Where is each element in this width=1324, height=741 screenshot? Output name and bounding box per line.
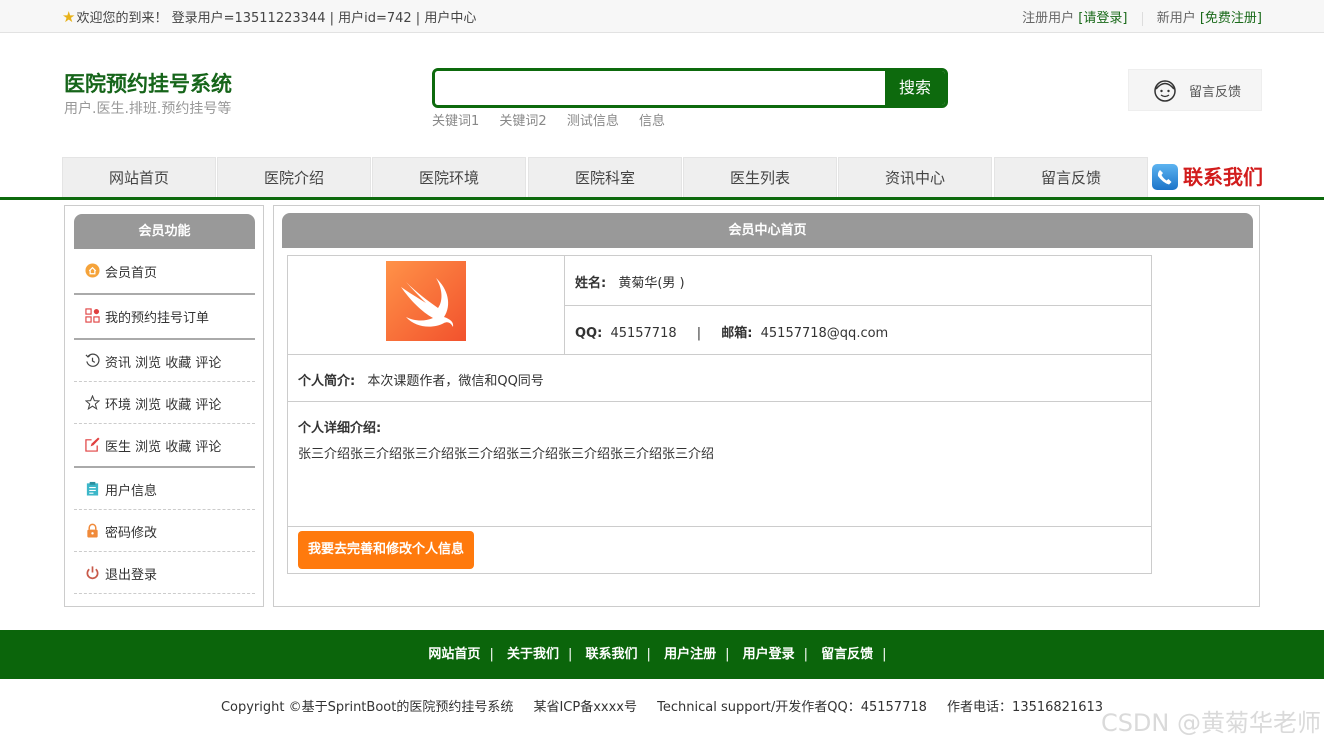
reg-user-label: 注册用户 xyxy=(1022,11,1075,26)
detail-value: 张三介绍张三介绍张三介绍张三介绍张三介绍张三介绍张三介绍张三介绍 xyxy=(298,447,715,462)
panel-title: 会员中心首页 xyxy=(282,213,1253,248)
name-label: 姓名: xyxy=(575,276,607,291)
history-icon xyxy=(85,353,100,367)
nav-departments[interactable]: 医院科室 xyxy=(528,157,682,197)
clipboard-icon xyxy=(86,481,99,496)
hot-keyword[interactable]: 信息 xyxy=(639,114,665,129)
order-icon xyxy=(85,308,100,323)
intro-label: 个人简介: xyxy=(298,374,356,389)
top-bar: ★欢迎您的到来！ 登录用户=13511223344 | 用户id=742 | 用… xyxy=(0,0,1324,33)
sidebar-item-user-info[interactable]: 用户信息 xyxy=(74,468,255,510)
footer-separator: | xyxy=(882,647,887,662)
phone-text: 作者电话：13516821613 xyxy=(947,700,1104,715)
footer-link-register[interactable]: 用户注册 xyxy=(664,647,716,662)
name-value: 黄菊华(男 ) xyxy=(618,276,685,291)
nav-home[interactable]: 网站首页 xyxy=(62,157,216,197)
sidebar-item-label: 医生 浏览 收藏 评论 xyxy=(105,440,222,455)
nav-feedback[interactable]: 留言反馈 xyxy=(994,157,1148,197)
nav-doctors[interactable]: 医生列表 xyxy=(683,157,837,197)
feedback-label: 留言反馈 xyxy=(1189,85,1242,100)
member-sidebar: 会员功能 会员首页 我的预约挂号订单 资讯 浏览 收藏 评论 环境 浏览 收藏 … xyxy=(64,205,264,607)
detail-label: 个人详细介绍: xyxy=(298,421,382,436)
footer-separator: | xyxy=(725,647,730,662)
footer-link-home[interactable]: 网站首页 xyxy=(428,647,480,662)
detail-row: 个人详细介绍: 张三介绍张三介绍张三介绍张三介绍张三介绍张三介绍张三介绍张三介绍 xyxy=(288,402,1151,527)
customer-service-icon xyxy=(1154,80,1176,102)
register-link[interactable]: [免费注册] xyxy=(1200,11,1262,26)
footer-separator: | xyxy=(567,647,573,662)
sidebar-item-label: 我的预约挂号订单 xyxy=(105,311,210,326)
hot-keyword[interactable]: 测试信息 xyxy=(567,114,619,129)
edit-icon xyxy=(85,437,100,452)
footer-link-login[interactable]: 用户登录 xyxy=(743,647,795,662)
search-input[interactable] xyxy=(435,71,887,105)
avatar xyxy=(386,261,466,341)
sidebar-item-label: 环境 浏览 收藏 评论 xyxy=(105,398,222,413)
welcome-text: 欢迎您的到来！ 登录用户=13511223344 | 用户id=742 | 用户… xyxy=(76,11,477,26)
footer-link-feedback[interactable]: 留言反馈 xyxy=(821,647,873,662)
footer-separator: | xyxy=(489,647,494,662)
hot-keyword[interactable]: 关键词2 xyxy=(499,114,546,129)
footer-link-contact[interactable]: 联系我们 xyxy=(586,647,638,662)
intro-row: 个人简介: 本次课题作者，微信和QQ同号 xyxy=(288,355,1151,402)
star-icon xyxy=(85,395,100,410)
lock-icon xyxy=(87,523,98,538)
member-center-panel: 会员中心首页 姓名: 黄菊华(男 ) QQ: 45157718 | 邮箱: 45… xyxy=(273,205,1260,607)
sidebar-item-environment-collect[interactable]: 环境 浏览 收藏 评论 xyxy=(74,382,255,424)
sidebar-item-my-orders[interactable]: 我的预约挂号订单 xyxy=(74,295,255,340)
login-link[interactable]: [请登录] xyxy=(1078,11,1127,26)
profile-table: 姓名: 黄菊华(男 ) QQ: 45157718 | 邮箱: 45157718@… xyxy=(287,255,1152,574)
site-subtitle: 用户.医生.排班.预约挂号等 xyxy=(64,101,232,117)
phone-icon xyxy=(1152,164,1178,190)
nav-divider xyxy=(0,197,1324,200)
edit-profile-button[interactable]: 我要去完善和修改个人信息 xyxy=(298,531,474,569)
intro-value: 本次课题作者，微信和QQ同号 xyxy=(367,374,544,389)
new-user-label: 新用户 xyxy=(1156,11,1196,26)
nav-news[interactable]: 资讯中心 xyxy=(838,157,992,197)
contact-us-label: 联系我们 xyxy=(1183,165,1263,189)
divider: | xyxy=(696,326,702,341)
footer-separator: | xyxy=(646,647,651,662)
sidebar-item-doctor-collect[interactable]: 医生 浏览 收藏 评论 xyxy=(74,424,255,468)
avatar-cell xyxy=(288,256,565,355)
account-links: 注册用户 [请登录] 新用户 [免费注册] xyxy=(1022,7,1262,26)
hot-keyword[interactable]: 关键词1 xyxy=(432,114,479,129)
hot-keywords: 关键词1 关键词2 测试信息 信息 xyxy=(432,110,681,129)
swift-logo-icon xyxy=(401,278,454,327)
footer-link-about[interactable]: 关于我们 xyxy=(507,647,559,662)
footer-nav: 网站首页 | 关于我们 | 联系我们 | 用户注册 | 用户登录 | 留言反馈 | xyxy=(0,630,1324,679)
icp-text: 某省ICP备xxxx号 xyxy=(533,700,637,715)
divider xyxy=(1141,11,1143,26)
search-box: 搜索 xyxy=(432,68,948,108)
home-icon xyxy=(85,263,100,278)
contact-cell: QQ: 45157718 | 邮箱: 45157718@qq.com xyxy=(565,306,1151,355)
qq-value: 45157718 xyxy=(610,326,677,341)
star-icon: ★ xyxy=(62,8,76,26)
nav-hospital-intro[interactable]: 医院介绍 xyxy=(217,157,371,197)
email-label: 邮箱: xyxy=(721,326,753,341)
support-text: Technical support/开发作者QQ：45157718 xyxy=(657,700,927,715)
sidebar-item-label: 资讯 浏览 收藏 评论 xyxy=(105,356,222,371)
sidebar-item-news-collect[interactable]: 资讯 浏览 收藏 评论 xyxy=(74,340,255,382)
footer-separator: | xyxy=(803,647,809,662)
name-cell: 姓名: 黄菊华(男 ) xyxy=(565,256,1151,306)
sidebar-title: 会员功能 xyxy=(74,214,255,249)
site-title[interactable]: 医院预约挂号系统 xyxy=(64,68,232,98)
power-icon xyxy=(86,566,99,580)
sidebar-item-member-home[interactable]: 会员首页 xyxy=(74,250,255,295)
feedback-entry[interactable]: 留言反馈 xyxy=(1128,69,1262,111)
sidebar-item-label: 退出登录 xyxy=(105,568,158,583)
qq-label: QQ: xyxy=(575,326,603,341)
sidebar-item-label: 密码修改 xyxy=(105,526,158,541)
sidebar-item-logout[interactable]: 退出登录 xyxy=(74,552,255,594)
watermark: CSDN @黄菊华老师 xyxy=(1100,709,1321,737)
copyright-text: Copyright ©基于SprintBoot的医院预约挂号系统 xyxy=(220,700,514,715)
search-button[interactable]: 搜索 xyxy=(885,71,945,105)
sidebar-item-password[interactable]: 密码修改 xyxy=(74,510,255,552)
sidebar-item-label: 会员首页 xyxy=(105,266,158,281)
email-value: 45157718@qq.com xyxy=(760,326,889,341)
sidebar-item-label: 用户信息 xyxy=(105,484,158,499)
welcome-area: ★欢迎您的到来！ 登录用户=13511223344 | 用户id=742 | 用… xyxy=(62,7,476,26)
nav-hospital-environment[interactable]: 医院环境 xyxy=(372,157,526,197)
